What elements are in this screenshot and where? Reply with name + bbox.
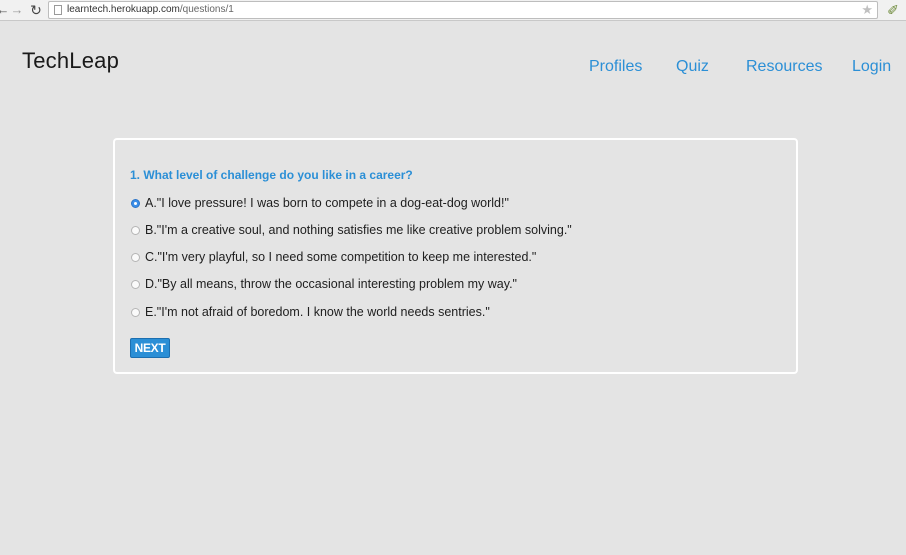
radio-button[interactable]: [131, 308, 140, 317]
answer-option-label: D."By all means, throw the occasional in…: [145, 277, 517, 291]
answer-option-label: B."I'm a creative soul, and nothing sati…: [145, 223, 572, 237]
answer-option-label: E."I'm not afraid of boredom. I know the…: [145, 305, 490, 319]
address-bar[interactable]: learntech.herokuapp.com/questions/1 ★: [48, 1, 878, 19]
nav-profiles-link[interactable]: Profiles: [589, 58, 642, 76]
nav-resources-link[interactable]: Resources: [746, 58, 822, 76]
question-text: 1. What level of challenge do you like i…: [130, 168, 413, 182]
radio-button[interactable]: [131, 253, 140, 262]
extension-icon[interactable]: ✐: [884, 1, 902, 19]
page-icon: [54, 5, 62, 15]
url-text[interactable]: learntech.herokuapp.com/questions/1: [67, 3, 234, 17]
radio-button[interactable]: [131, 199, 140, 208]
nav-login-link[interactable]: Login: [852, 58, 891, 76]
answer-option-label: C."I'm very playful, so I need some comp…: [145, 250, 537, 264]
back-arrow-icon[interactable]: ←: [0, 1, 10, 19]
site-logo[interactable]: TechLeap: [22, 48, 119, 74]
forward-arrow-icon[interactable]: →: [10, 1, 24, 19]
next-button[interactable]: NEXT: [130, 338, 170, 358]
nav-quiz-link[interactable]: Quiz: [676, 58, 709, 76]
bookmark-star-icon[interactable]: ★: [861, 2, 873, 18]
radio-button[interactable]: [131, 280, 140, 289]
url-path: /questions/1: [179, 4, 234, 15]
reload-icon[interactable]: ↻: [29, 1, 43, 19]
browser-toolbar: ← → ↻ learntech.herokuapp.com/questions/…: [0, 0, 906, 21]
url-host: learntech.herokuapp.com: [67, 4, 180, 15]
quiz-card: 1. What level of challenge do you like i…: [113, 138, 798, 374]
radio-button[interactable]: [131, 226, 140, 235]
answer-option-label: A."I love pressure! I was born to compet…: [145, 196, 509, 210]
